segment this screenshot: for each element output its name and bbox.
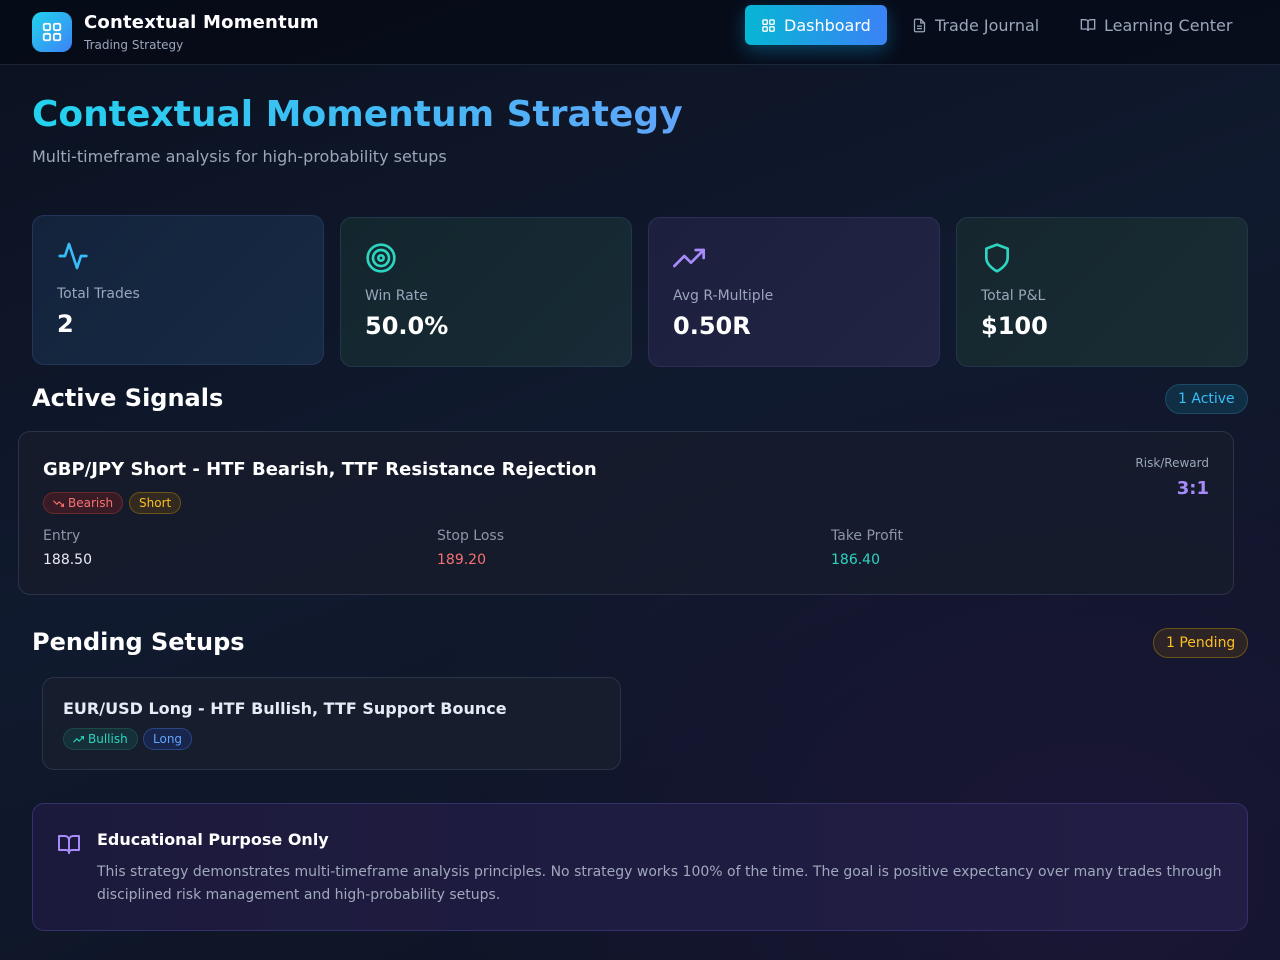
grid-icon (42, 22, 62, 42)
stat-value: $100 (981, 312, 1048, 340)
stat-label: Avg R-Multiple (673, 288, 774, 304)
target-icon (366, 243, 396, 273)
take-profit-label: Take Profit (831, 528, 904, 544)
bearish-tag: Bearish (43, 492, 124, 514)
setup-title: EUR/USD Long - HTF Bullish, TTF Support … (63, 699, 507, 718)
nav-dashboard-label: Dashboard (784, 15, 871, 35)
shield-icon (985, 243, 1009, 273)
grid-icon (762, 18, 775, 32)
educational-title: Educational Purpose Only (97, 830, 329, 849)
educational-notice: Educational Purpose Only This strategy d… (32, 803, 1248, 931)
pending-setup-card[interactable]: EUR/USD Long - HTF Bullish, TTF Support … (42, 677, 621, 770)
book-open-icon (58, 835, 80, 854)
bullish-tag-label: Bullish (88, 732, 128, 746)
stat-value: 2 (57, 310, 74, 338)
pending-count-badge: 1 Pending (1153, 628, 1249, 658)
nav-dashboard-button[interactable]: Dashboard (745, 5, 887, 45)
stat-value: 0.50R (673, 312, 751, 340)
nav-learning-center-button[interactable]: Learning Center (1064, 5, 1248, 45)
stat-label: Win Rate (365, 288, 428, 304)
document-icon (913, 18, 926, 32)
nav-learning-center-label: Learning Center (1104, 15, 1233, 35)
brand-title: Contextual Momentum (84, 12, 319, 33)
book-icon (1080, 19, 1096, 32)
entry-label: Entry (43, 528, 81, 544)
app-header: Contextual Momentum Trading Strategy Das… (0, 0, 1280, 65)
stat-label: Total P&L (981, 288, 1046, 304)
nav-trade-journal-label: Trade Journal (935, 15, 1040, 35)
activity-icon (58, 242, 88, 270)
page-title: Contextual Momentum Strategy (32, 94, 683, 135)
trending-up-icon (673, 248, 705, 268)
long-tag: Long (143, 728, 193, 750)
stop-loss-value: 189.20 (437, 552, 486, 568)
stat-label: Total Trades (57, 286, 140, 302)
active-signals-heading: Active Signals (32, 384, 224, 412)
take-profit-value: 186.40 (831, 552, 880, 568)
stat-card-win-rate: Win Rate 50.0% (340, 217, 632, 367)
stat-card-avg-r-multiple: Avg R-Multiple 0.50R (648, 217, 940, 367)
stat-value: 50.0% (365, 312, 449, 340)
risk-reward-value: 3:1 (1176, 478, 1209, 499)
active-signal-card[interactable]: GBP/JPY Short - HTF Bearish, TTF Resista… (18, 431, 1234, 595)
educational-text: This strategy demonstrates multi-timefra… (97, 864, 1222, 903)
stat-card-total-pnl: Total P&L $100 (956, 217, 1248, 367)
risk-reward-label: Risk/Reward (1135, 456, 1209, 470)
signal-title: GBP/JPY Short - HTF Bearish, TTF Resista… (43, 459, 597, 480)
stop-loss-label: Stop Loss (437, 528, 504, 544)
bearish-tag-label: Bearish (68, 496, 114, 510)
short-tag: Short (129, 492, 182, 514)
stat-card-total-trades: Total Trades 2 (32, 215, 324, 365)
app-logo[interactable] (32, 12, 72, 52)
bullish-tag: Bullish (63, 728, 138, 750)
trending-up-icon (73, 735, 84, 743)
pending-setups-heading: Pending Setups (32, 628, 245, 656)
trending-down-icon (53, 499, 64, 507)
brand-subtitle: Trading Strategy (84, 38, 184, 52)
nav-trade-journal-button[interactable]: Trade Journal (896, 5, 1055, 45)
active-count-badge: 1 Active (1165, 384, 1248, 414)
page-subtitle: Multi-timeframe analysis for high-probab… (32, 147, 447, 166)
entry-value: 188.50 (43, 552, 92, 568)
